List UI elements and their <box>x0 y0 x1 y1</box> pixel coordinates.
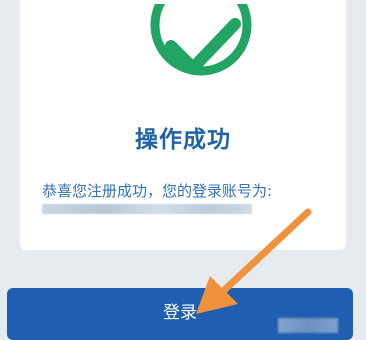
success-message: 恭喜您注册成功，您的登录账号为: <box>42 182 273 200</box>
arrow-icon <box>196 208 312 314</box>
redaction-mosaic <box>278 318 338 333</box>
check-circle-icon <box>150 4 252 76</box>
page-title: 操作成功 <box>135 127 231 153</box>
